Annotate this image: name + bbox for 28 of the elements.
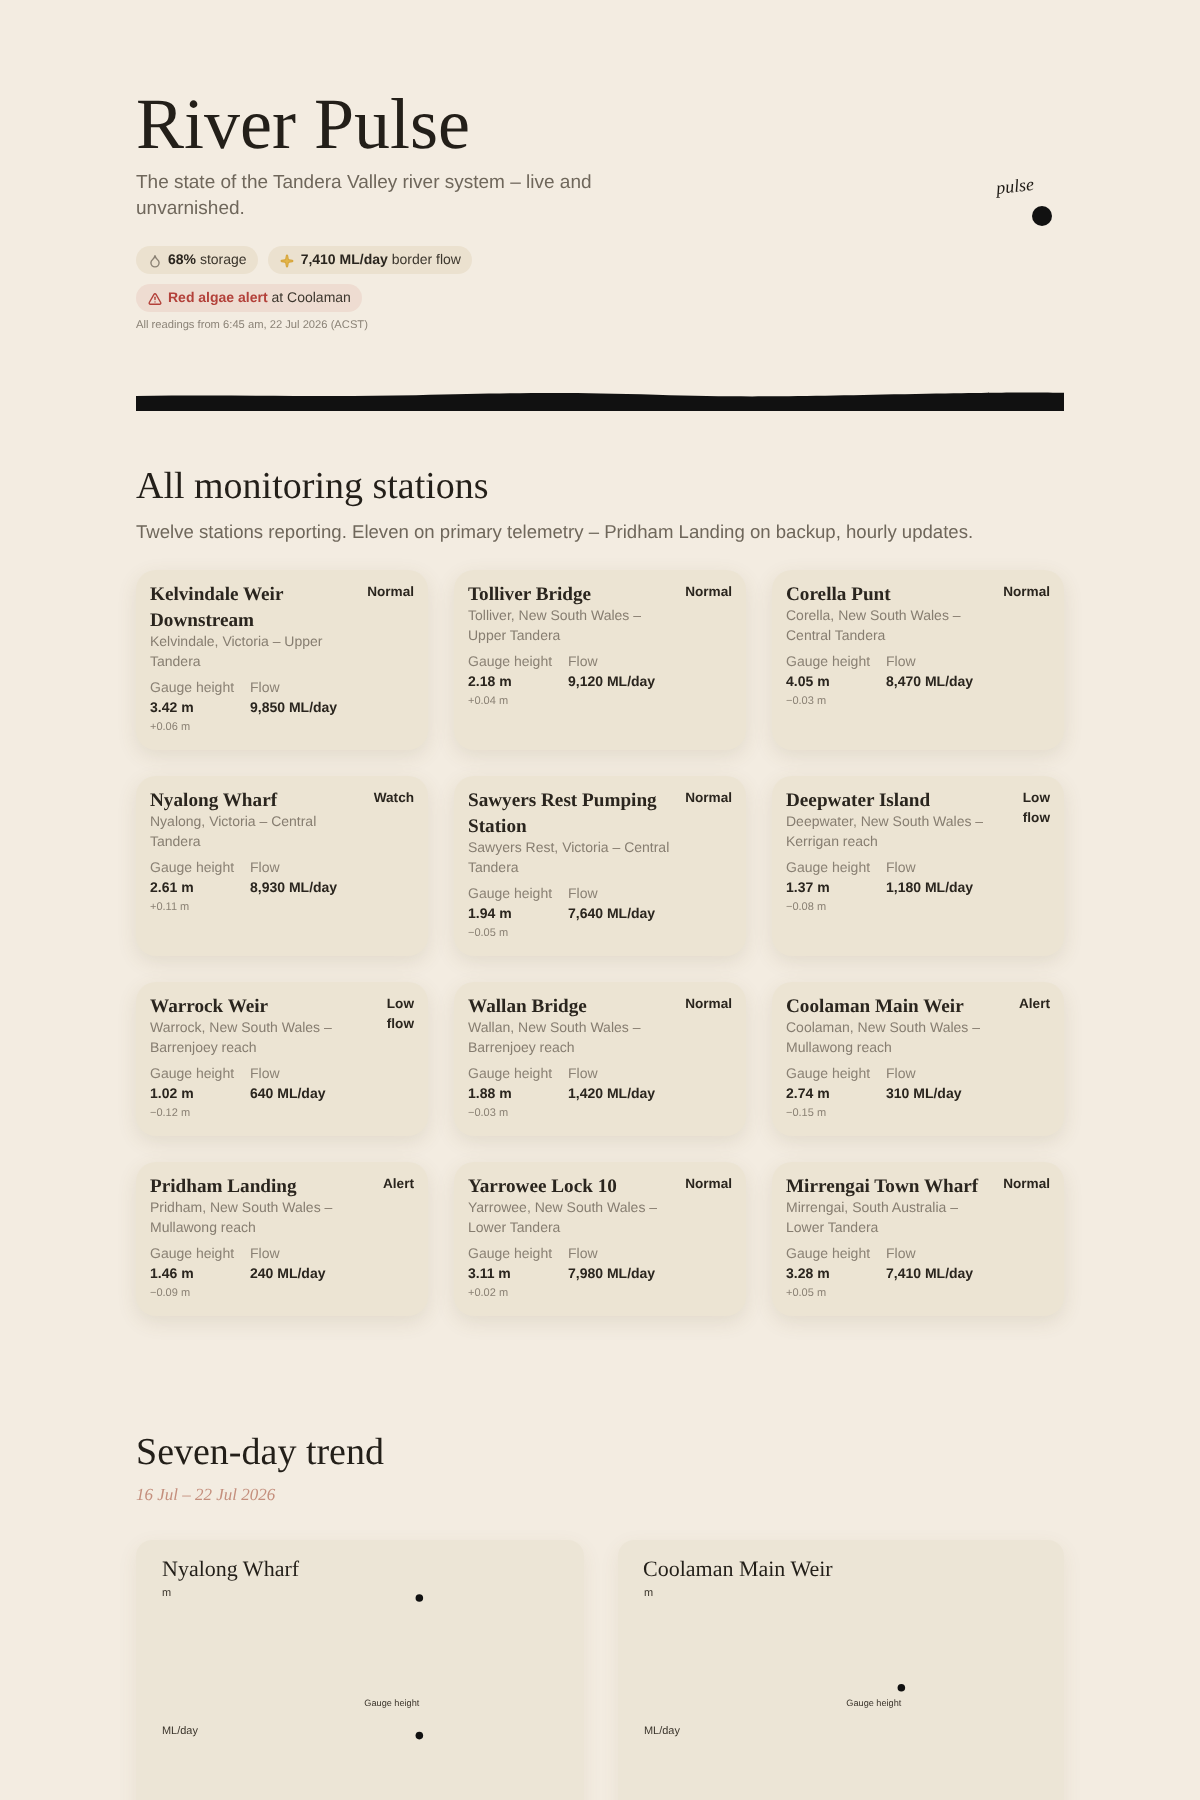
station-name: Nyalong Wharf — [150, 788, 280, 814]
station-name: Tolliver Bridge — [468, 582, 594, 608]
page-subtitle: The state of the Tandera Valley river system – live and unvarnished. — [136, 170, 594, 222]
data-point — [896, 1683, 905, 1692]
data-point — [415, 1731, 424, 1740]
station-name: Sawyers Rest Pumping Station — [468, 788, 659, 840]
station-name: Corella Punt — [786, 582, 893, 608]
station-name: Kelvindale Weir Downstream — [150, 582, 286, 634]
droplet-icon — [148, 253, 162, 267]
section-heading: Seven-day trend — [136, 1432, 386, 1476]
chart-title: Coolaman Main Weir — [643, 1556, 835, 1584]
station-name: Coolaman Main Weir — [786, 994, 966, 1020]
chart-title: Nyalong Wharf — [162, 1556, 302, 1584]
data-point — [415, 1594, 424, 1602]
warning-icon — [148, 291, 162, 305]
section-subtitle: Twelve stations reporting. Eleven on primary telemetry – Pridham Landing on backup, hourly updates. — [136, 520, 976, 544]
section-heading: All monitoring stations — [136, 466, 491, 510]
station-name: Warrock Weir — [150, 994, 271, 1020]
station-name: Pridham Landing — [150, 1174, 299, 1200]
date-range: 16 Jul – 22 Jul 2026 — [136, 1484, 278, 1506]
station-name: Yarrowee Lock 10 — [468, 1174, 619, 1200]
pulse-dot-icon — [1032, 206, 1052, 226]
station-name: Mirrengai Town Wharf — [786, 1174, 981, 1200]
station-name: Wallan Bridge — [468, 994, 589, 1020]
pulse-label: pulse — [995, 174, 1035, 198]
sparkle-icon — [280, 253, 295, 267]
station-name: Deepwater Island — [786, 788, 933, 814]
page-title: River Pulse — [136, 84, 470, 164]
